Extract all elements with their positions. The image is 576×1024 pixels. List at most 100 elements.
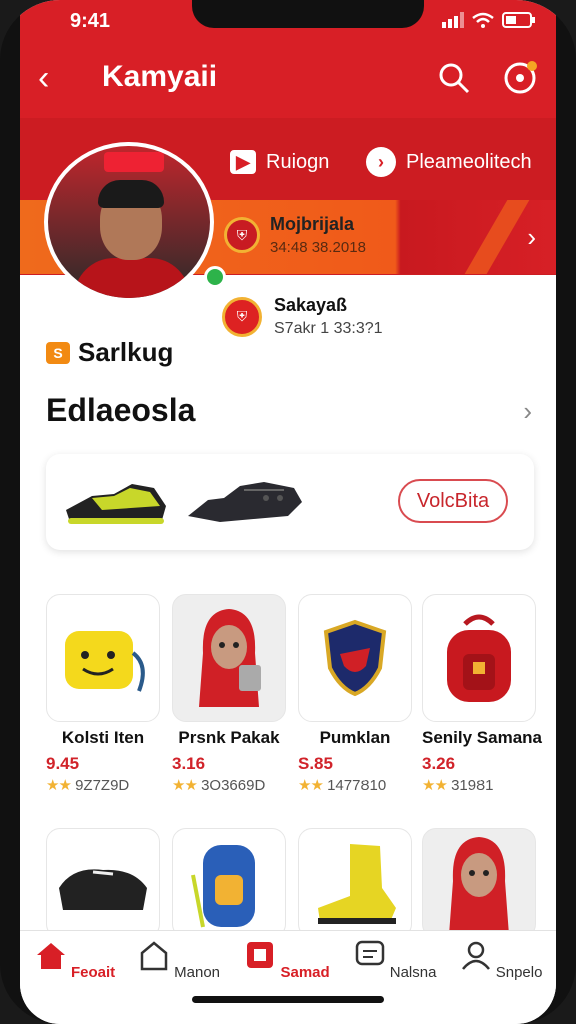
team-badge-icon: ⛨ [224,217,260,253]
rating-count: 1477Ȣ10 [327,777,387,794]
match2-team: Sakayaß [274,295,348,315]
house-outline-icon [140,941,168,971]
product-card[interactable]: Prsnk Pakak 3.16 ★★ 3O3669D [172,594,286,794]
match-team: Mojbrijala [270,214,355,234]
product-name: Prsnk Pakak [178,728,280,747]
profile-icon [461,941,490,970]
product-image[interactable] [298,828,412,938]
tab-label: Feoait [70,964,116,981]
message-icon [355,940,384,966]
header-button-right[interactable]: › Pleameolitech [366,144,532,180]
shop-icon [247,942,274,968]
brand-logo-icon: S [46,341,70,364]
star-icon: ★★ [422,777,448,794]
shoe-card[interactable]: VolcBita [46,454,534,550]
team-badge-2-icon: ⛨ [222,296,262,337]
header-button-left-label: Ruiogn [266,150,330,173]
app-bar: ‹ Kamyaii [20,50,556,106]
product-image [172,594,286,722]
product-name: Pumklan [319,728,391,747]
hooded-figure-icon [199,609,261,707]
blue-backpack-icon [191,845,255,928]
home-indicator [192,996,384,1003]
yellow-bag-icon [65,631,145,692]
notch [192,0,424,28]
back-arrow-icon[interactable]: ‹ [38,58,49,98]
product-name: Kolsti Iten [61,728,145,747]
decor-stripe [464,200,530,274]
star-icon: ★★ [172,777,198,794]
product-image[interactable] [172,828,286,938]
product-image[interactable] [422,828,536,938]
product-card[interactable]: Senily Samana 3.26 ★★ 319Ȣ1 [422,594,543,794]
header-button-left[interactable]: ▶ Ruiogn [230,144,329,180]
brand-name: Sarlkug [78,337,174,367]
search-icon[interactable] [436,60,472,96]
video-icon: ▶ [230,150,256,174]
product-rating: ★★ 319Ȣ1 [422,776,536,794]
rating-count: 3O3669D [201,777,266,794]
product-image[interactable] [46,828,160,938]
boot-icon [188,482,302,522]
battery-icon [502,12,535,28]
tab-label: Nalsna [389,964,437,981]
player-avatar[interactable] [44,142,214,302]
product-image [298,594,412,722]
match-time: 34:48 38.2018 [270,239,366,256]
product-image [46,594,160,722]
home-icon [36,943,65,969]
verified-icon [204,266,226,288]
product-rating: ★★ 3O3669D [172,776,286,794]
product-price: 3.26 [422,754,456,773]
tab-bar: Feoait Manon Samad Nalsna Snpelo [20,930,556,1024]
tab-profile[interactable]: Snpelo [456,939,546,981]
brand: S Sarlkug [46,337,173,368]
tab-feed[interactable]: Feoait [30,939,120,981]
avatar-tag [104,152,164,172]
avatar-hair [98,180,164,208]
phone-frame: 9:41 ‹ Kamyaii ▶ Ruiogn › Pleameolitech … [0,0,576,1024]
product-card[interactable]: Kolsti Iten 9.45 ★★ 9Z7Z9D [46,594,160,794]
screen: 9:41 ‹ Kamyaii ▶ Ruiogn › Pleameolitech … [20,0,556,1024]
shin-guard-icon [59,869,147,910]
chevron-right-icon: › [366,147,396,177]
tab-manon[interactable]: Manon [134,939,224,981]
product-price: 9.45 [46,754,80,773]
crest-icon [323,619,387,697]
product-rating: ★★ 1477Ȣ10 [298,776,412,794]
page-title: Kamyaii [102,60,218,93]
shoe-card-button[interactable]: VolcBita [398,479,508,523]
tab-label: Snpelo [495,964,543,981]
backpack-icon [447,614,511,702]
signal-icon [442,12,464,28]
rating-count: 319Ȣ1 [451,777,494,794]
notification-icon[interactable] [502,60,538,96]
product-image [422,594,536,722]
status-time: 9:41 [70,10,111,32]
sneaker-icon [66,484,166,524]
header-button-right-label: Pleameolitech [406,150,532,173]
yellow-boot-icon [318,844,396,924]
star-icon: ★★ [298,777,324,794]
tab-label: Manon [174,964,221,981]
status-icons [442,12,536,28]
match-info: ⛨ Mojbrijala 34:48 38.2018 [224,214,366,256]
match-chevron-icon[interactable]: › [527,222,536,253]
section-title: Edlaeosla [46,392,196,428]
product-price: 3.16 [172,754,206,773]
match2-time: S7akr 1 33:3?1 [274,320,383,337]
tab-samad[interactable]: Samad [242,939,332,981]
match-info-2: ⛨ Sakayaß S7akr 1 33:3?1 [222,295,383,338]
product-name: Senily Samana [422,728,543,747]
avatar-shirt [74,258,190,298]
product-card[interactable]: Pumklan S.85 ★★ 1477Ȣ10 [298,594,412,794]
star-icon: ★★ [46,777,72,794]
hooded-figure-2-icon [449,837,509,935]
product-rating: ★★ 9Z7Z9D [46,776,160,794]
rating-count: 9Z7Z9D [75,777,130,794]
tab-label: Samad [280,964,330,981]
section-chevron-icon[interactable]: › [523,396,532,427]
product-price: S.85 [298,754,333,773]
tab-nalsna[interactable]: Nalsna [350,939,440,981]
wifi-icon [472,12,494,28]
